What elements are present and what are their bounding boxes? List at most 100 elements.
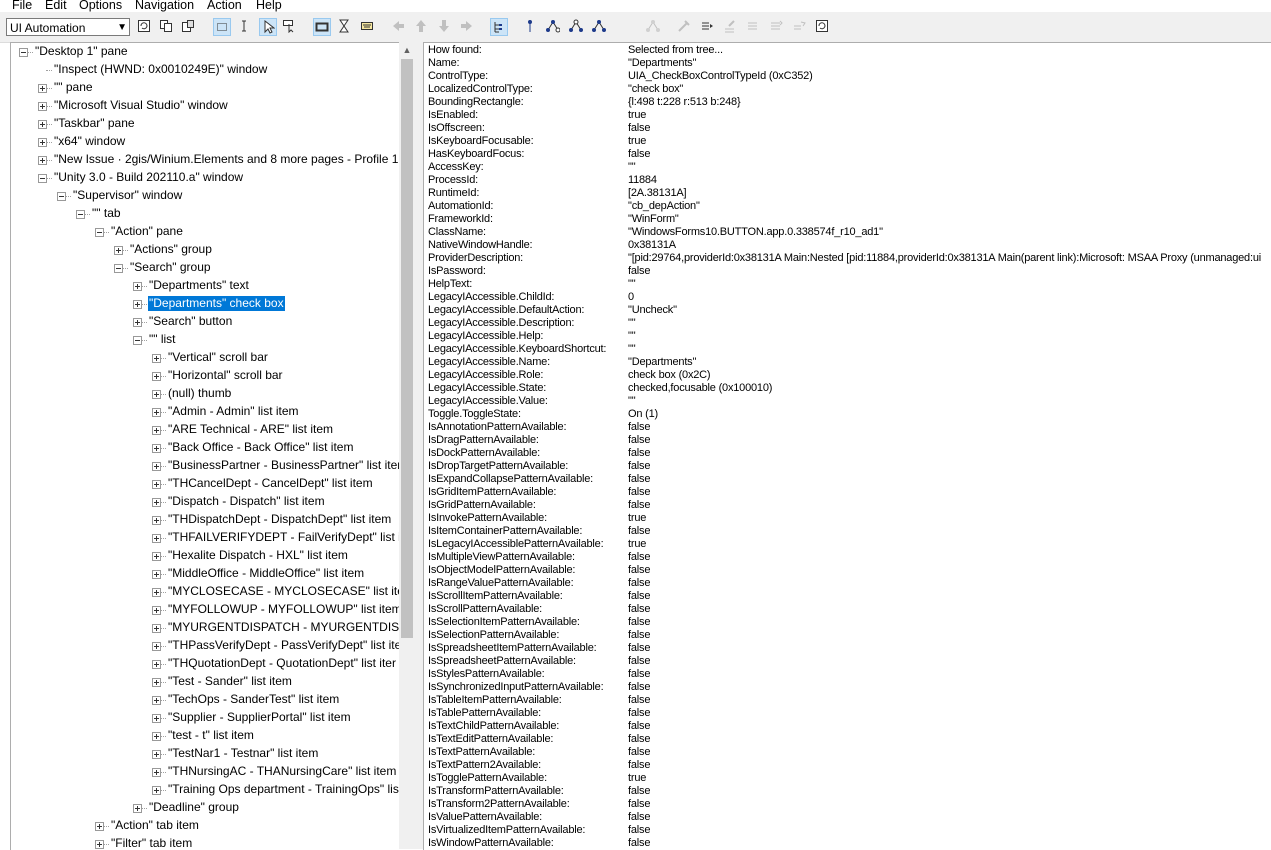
- expand-icon[interactable]: [152, 786, 161, 795]
- expand-icon[interactable]: [152, 462, 161, 471]
- nav-down-icon[interactable]: [436, 18, 454, 36]
- expand-icon[interactable]: [114, 246, 123, 255]
- copy-icon[interactable]: [158, 18, 176, 36]
- expand-icon[interactable]: [38, 138, 47, 147]
- expand-icon[interactable]: [152, 660, 161, 669]
- collapse-icon[interactable]: [95, 228, 104, 237]
- expand-icon[interactable]: [152, 480, 161, 489]
- menu-file[interactable]: File: [12, 0, 32, 12]
- expand-icon[interactable]: [95, 840, 104, 849]
- menu-options[interactable]: Options: [79, 0, 122, 12]
- element-tree[interactable]: "Desktop 1" pane "Inspect (HWND: 0x001024…: [10, 42, 416, 850]
- nav-up-icon[interactable]: [413, 18, 431, 36]
- expand-icon[interactable]: [133, 300, 142, 309]
- collapse-icon[interactable]: [133, 336, 142, 345]
- mode-select[interactable]: UI Automation ▼: [6, 18, 130, 36]
- expand-icon[interactable]: [38, 120, 47, 129]
- expand-icon[interactable]: [133, 318, 142, 327]
- tree-node-label: "ARE Technical - ARE" list item: [168, 422, 334, 436]
- expand-icon[interactable]: [152, 372, 161, 381]
- action-6-icon[interactable]: [791, 18, 809, 36]
- caret-icon[interactable]: [236, 18, 254, 36]
- collapse-icon[interactable]: [38, 174, 47, 183]
- expand-icon[interactable]: [152, 768, 161, 777]
- parent-icon[interactable]: [522, 18, 540, 36]
- property-name: IsTransform2PatternAvailable:: [428, 798, 570, 810]
- property-value: false: [628, 148, 651, 160]
- highlight-icon[interactable]: [313, 18, 331, 36]
- keyboard-icon[interactable]: [359, 18, 377, 36]
- expand-icon[interactable]: [152, 390, 161, 399]
- prev-sibling-icon[interactable]: [591, 18, 609, 36]
- clipboard-icon[interactable]: [180, 18, 198, 36]
- expand-icon[interactable]: [152, 444, 161, 453]
- expand-icon[interactable]: [152, 588, 161, 597]
- tree-node-label: "Test - Sander" list item: [168, 674, 292, 688]
- tree-node-label: "Departments" check box: [147, 295, 286, 312]
- property-value: "": [628, 330, 636, 342]
- expand-icon[interactable]: [38, 102, 47, 111]
- expand-icon[interactable]: [95, 822, 104, 831]
- hover-icon[interactable]: [281, 18, 299, 36]
- pointer-icon[interactable]: [259, 18, 277, 36]
- expand-icon[interactable]: [152, 732, 161, 741]
- expand-icon[interactable]: [152, 678, 161, 687]
- property-value: false: [628, 616, 651, 628]
- property-name: AccessKey:: [428, 161, 484, 173]
- action-3-icon[interactable]: [722, 18, 740, 36]
- tree-vertical-scrollbar[interactable]: ▲: [399, 42, 415, 849]
- property-value: false: [628, 434, 651, 446]
- property-name: IsDropTargetPatternAvailable:: [428, 460, 569, 472]
- expand-icon[interactable]: [152, 516, 161, 525]
- property-name: IsDragPatternAvailable:: [428, 434, 539, 446]
- expand-icon[interactable]: [152, 750, 161, 759]
- property-value: false: [628, 668, 651, 680]
- expand-icon[interactable]: [152, 696, 161, 705]
- menu-edit[interactable]: Edit: [45, 0, 67, 12]
- refresh-page-icon[interactable]: [814, 18, 832, 36]
- expand-icon[interactable]: [152, 408, 161, 417]
- property-value: "": [628, 395, 636, 407]
- hourglass-icon[interactable]: [336, 18, 354, 36]
- expand-icon[interactable]: [152, 534, 161, 543]
- tree-node-label: (null) thumb: [168, 386, 232, 400]
- expand-icon[interactable]: [152, 426, 161, 435]
- menu-action[interactable]: Action: [207, 0, 242, 12]
- expand-icon[interactable]: [152, 606, 161, 615]
- expand-icon[interactable]: [133, 282, 142, 291]
- tree-view-icon[interactable]: [490, 18, 508, 36]
- expand-icon[interactable]: [152, 642, 161, 651]
- collapse-icon[interactable]: [114, 264, 123, 273]
- menu-navigation[interactable]: Navigation: [135, 0, 194, 12]
- nav-right-icon[interactable]: [459, 18, 477, 36]
- expand-icon[interactable]: [152, 624, 161, 633]
- expand-icon[interactable]: [152, 570, 161, 579]
- action-4-icon[interactable]: [745, 18, 763, 36]
- refresh-icon[interactable]: [136, 18, 154, 36]
- nav-left-icon[interactable]: [390, 18, 408, 36]
- action-2-icon[interactable]: [699, 18, 717, 36]
- expand-icon[interactable]: [152, 714, 161, 723]
- collapse-icon[interactable]: [76, 210, 85, 219]
- collapse-icon[interactable]: [57, 192, 66, 201]
- property-value: check box (0x2C): [628, 369, 711, 381]
- expand-icon[interactable]: [38, 84, 47, 93]
- expand-icon[interactable]: [38, 156, 47, 165]
- collapse-icon[interactable]: [19, 48, 28, 57]
- action-5-icon[interactable]: [768, 18, 786, 36]
- select-rect-icon[interactable]: [213, 18, 231, 36]
- expand-icon[interactable]: [133, 804, 142, 813]
- action-1-icon[interactable]: [676, 18, 694, 36]
- property-value: false: [628, 564, 651, 576]
- expand-icon[interactable]: [152, 498, 161, 507]
- expand-icon[interactable]: [152, 354, 161, 363]
- property-name: IsTextPattern2Available:: [428, 759, 542, 771]
- expand-icon[interactable]: [152, 552, 161, 561]
- scroll-thumb[interactable]: [401, 59, 413, 638]
- last-child-icon[interactable]: [645, 18, 663, 36]
- scroll-up-icon[interactable]: ▲: [399, 42, 415, 58]
- pane-splitter[interactable]: [415, 42, 423, 849]
- first-child-icon[interactable]: [545, 18, 563, 36]
- next-sibling-icon[interactable]: [568, 18, 586, 36]
- menu-help[interactable]: Help: [256, 0, 282, 12]
